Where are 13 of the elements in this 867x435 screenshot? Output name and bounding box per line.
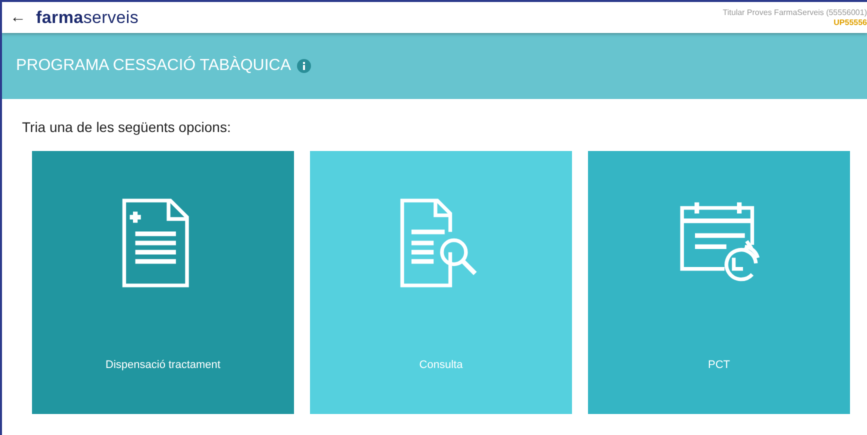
option-card[interactable]: Consulta [310, 151, 572, 414]
document-icon [122, 198, 189, 288]
logo: farmaserveis [36, 8, 139, 28]
user-name: Titular Proves FarmaServeis (55556001) [722, 8, 867, 18]
user-code: UP55556 [834, 18, 867, 28]
calendar-clock-icon [680, 200, 760, 282]
info-icon[interactable] [297, 59, 312, 73]
page-title: PROGRAMA CESSACIÓ TABÀQUICA [16, 57, 292, 75]
document-search-icon [400, 198, 477, 288]
instruction-text: Tria una de les següents opcions: [22, 119, 232, 135]
option-card[interactable]: PCT [588, 151, 850, 414]
option-card[interactable]: Dispensació tractament [32, 151, 294, 414]
back-button[interactable]: ← [10, 8, 26, 26]
